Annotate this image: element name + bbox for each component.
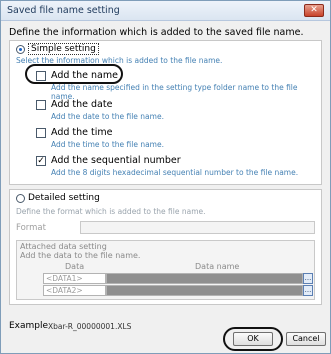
detailed-setting-group: Detailed setting Define the format which… (9, 189, 322, 305)
detailed-setting-radio-row[interactable]: Detailed setting (16, 193, 100, 203)
add-sequential-desc: Add the 8 digits hexadecimal sequential … (51, 168, 299, 177)
detailed-setting-hint: Define the format which is added to the … (16, 207, 206, 216)
add-time-checkbox[interactable] (36, 127, 46, 138)
add-date-checkbox[interactable] (36, 99, 46, 110)
add-sequential-label[interactable]: Add the sequential number (51, 155, 181, 166)
attached-data-panel: Attached data setting Add the data to th… (16, 240, 315, 300)
add-date-desc: Add the date to the file name. (51, 112, 164, 121)
format-input[interactable] (80, 221, 315, 234)
simple-setting-radio-row[interactable]: Simple setting (16, 43, 99, 55)
simple-setting-group: Simple setting Select the information wh… (9, 40, 322, 185)
add-date-label[interactable]: Add the date (51, 99, 112, 110)
detailed-setting-radio[interactable] (16, 193, 25, 203)
data2-browse-button[interactable]: ... (303, 285, 313, 296)
data1-cell: <DATA1> (43, 273, 106, 284)
detailed-setting-label[interactable]: Detailed setting (28, 193, 100, 203)
example-label: Example (9, 321, 49, 331)
simple-setting-radio[interactable] (16, 44, 25, 54)
intro-text: Define the information which is added to… (9, 27, 304, 38)
attached-data-title: Attached data setting (20, 242, 107, 251)
close-button[interactable]: ✕ (304, 4, 324, 17)
add-time-desc: Add the time to the file name. (51, 140, 164, 149)
data1-browse-button[interactable]: ... (303, 273, 313, 284)
title-bar: Saved file name setting ✕ (1, 1, 330, 21)
attached-data-hint: Add the data to the file name. (20, 251, 141, 260)
window-title: Saved file name setting (7, 5, 120, 16)
ok-button[interactable]: OK (233, 332, 273, 346)
data2-cell: <DATA2> (43, 285, 106, 296)
add-time-label[interactable]: Add the time (51, 127, 113, 138)
add-time-row[interactable]: Add the time (36, 127, 113, 138)
format-label: Format (16, 223, 46, 233)
data1-name-cell[interactable] (106, 273, 303, 284)
dialog-window: Saved file name setting ✕ Define the inf… (0, 0, 331, 354)
add-date-row[interactable]: Add the date (36, 99, 112, 110)
add-name-highlight (25, 64, 123, 84)
example-value: Xbar-R_00000001.XLS (48, 322, 132, 331)
column-data-header: Data (65, 262, 85, 271)
add-sequential-checkbox[interactable]: ✓ (36, 155, 46, 166)
cancel-button[interactable]: Cancel (286, 332, 326, 346)
data2-name-cell[interactable] (106, 285, 303, 296)
simple-setting-label[interactable]: Simple setting (28, 43, 99, 55)
column-name-header: Data name (195, 262, 240, 271)
add-sequential-row[interactable]: ✓ Add the sequential number (36, 155, 181, 166)
